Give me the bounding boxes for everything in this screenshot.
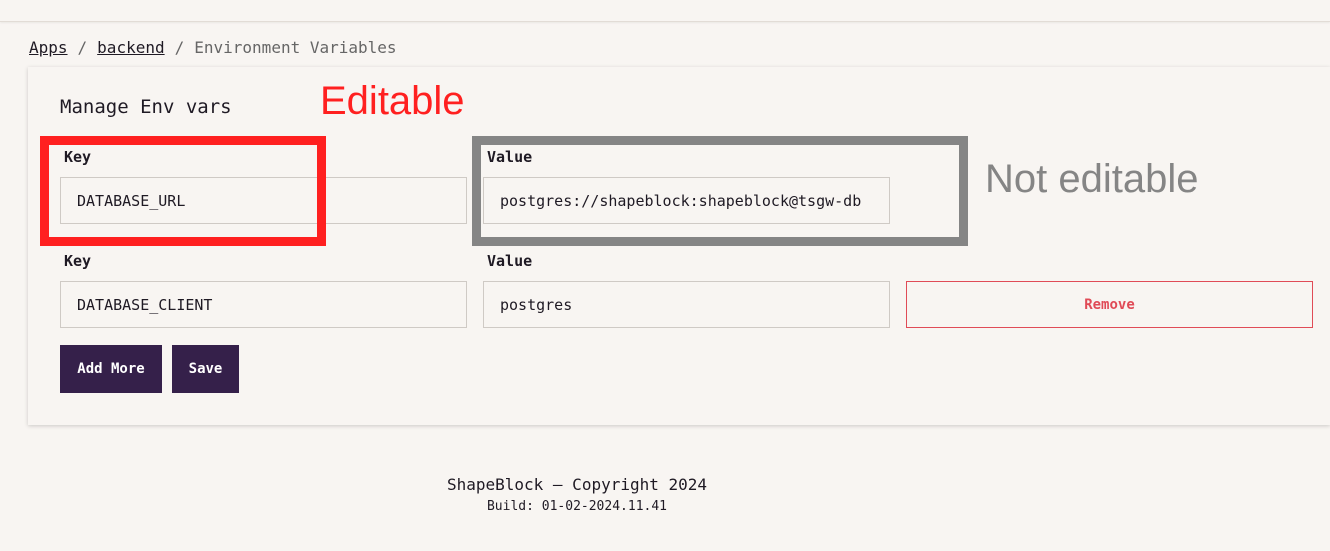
add-more-button[interactable]: Add More — [60, 345, 162, 393]
remove-button[interactable]: Remove — [906, 281, 1313, 328]
top-navbar — [0, 0, 1330, 22]
value-input[interactable] — [483, 177, 890, 224]
breadcrumb-link-backend[interactable]: backend — [97, 38, 164, 57]
value-label: Value — [487, 252, 533, 270]
breadcrumb-separator: / — [77, 38, 88, 57]
breadcrumb-current: Environment Variables — [194, 38, 397, 57]
key-label: Key — [64, 148, 92, 166]
breadcrumb: Apps / backend / Environment Variables — [29, 38, 397, 58]
editable-annotation: Editable — [320, 79, 465, 123]
card-title: Manage Env vars — [60, 96, 232, 118]
key-input[interactable] — [60, 177, 467, 224]
key-label: Key — [64, 252, 92, 270]
breadcrumb-link-apps[interactable]: Apps — [29, 38, 68, 57]
value-label: Value — [487, 148, 533, 166]
value-input[interactable] — [483, 281, 890, 328]
not-editable-annotation: Not editable — [985, 157, 1199, 201]
save-button[interactable]: Save — [172, 345, 239, 393]
breadcrumb-separator: / — [174, 38, 185, 57]
footer-build: Build: 01-02-2024.11.41 — [486, 499, 667, 514]
footer-copyright: ShapeBlock — Copyright 2024 — [446, 475, 708, 494]
key-input[interactable] — [60, 281, 467, 328]
